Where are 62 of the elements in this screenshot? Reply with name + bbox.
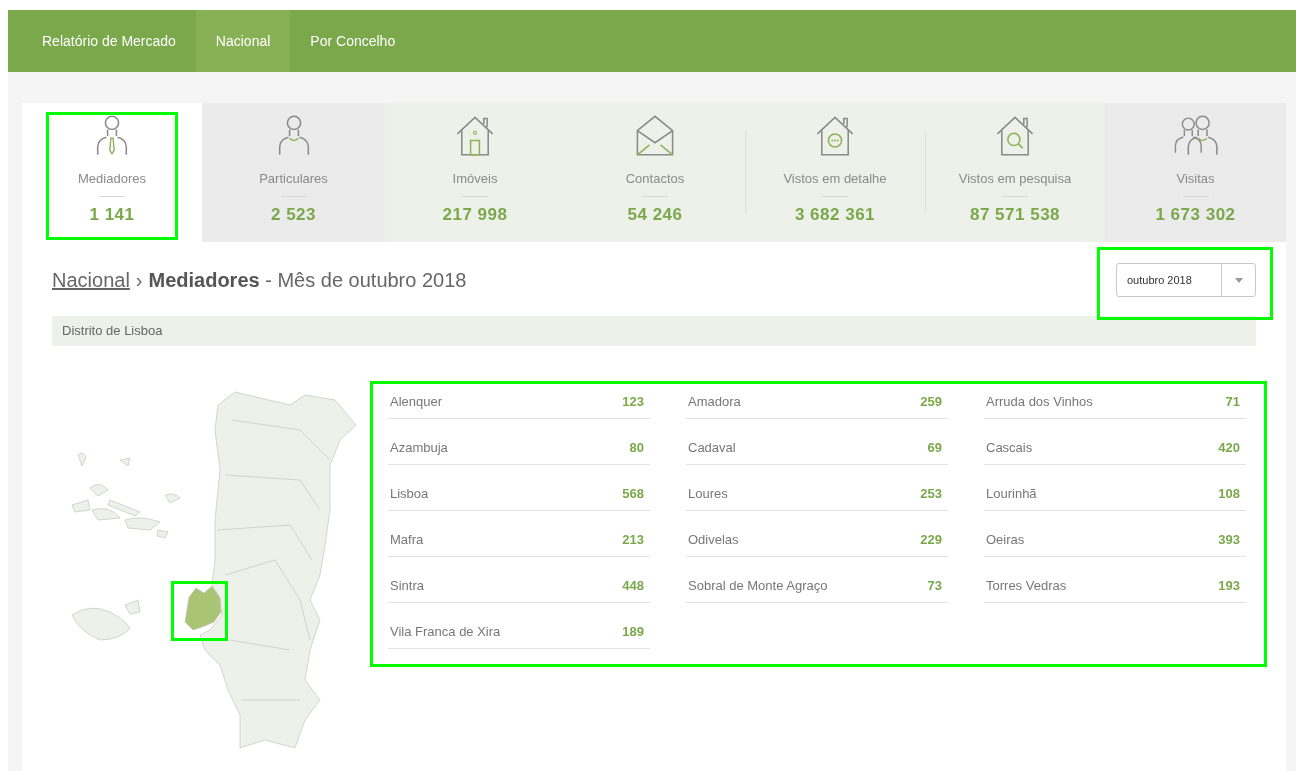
stat-tab[interactable]: Vistos em detalhe 3 682 361: [745, 103, 925, 242]
breadcrumb-link[interactable]: Nacional: [52, 268, 130, 292]
municipality-count: 213: [622, 532, 644, 548]
municipality-name: Torres Vedras: [986, 578, 1067, 594]
stat-label: Mediadores: [78, 171, 146, 186]
municipality-count: 448: [622, 578, 644, 594]
municipality-count: 420: [1218, 440, 1240, 456]
municipality-count: 229: [920, 532, 942, 548]
stat-value: 217 998: [442, 205, 508, 225]
municipality-count: 393: [1218, 532, 1240, 548]
municipality-name: Vila Franca de Xira: [390, 624, 501, 640]
stat-label: Contactos: [625, 171, 685, 186]
stat-tab[interactable]: Visitas 1 673 302: [1105, 103, 1286, 242]
municipality-name: Cadaval: [688, 440, 736, 456]
municipality-count: 259: [920, 394, 942, 410]
nav-tab[interactable]: Relatório de Mercado: [22, 10, 196, 72]
stat-tab[interactable]: Particulares 2 523: [202, 103, 385, 242]
nav-tab[interactable]: Nacional: [195, 10, 291, 72]
stat-tab[interactable]: Vistos em pesquisa 87 571 538: [925, 103, 1105, 242]
municipality-name: Sobral de Monte Agraço: [688, 578, 828, 594]
nav-tab[interactable]: Por Concelho: [290, 10, 416, 72]
stat-value: 54 246: [627, 205, 683, 225]
municipality-count: 123: [622, 394, 644, 410]
stat-tab[interactable]: Imóveis 217 998: [385, 103, 565, 242]
stat-label: Imóveis: [452, 171, 498, 186]
stat-label: Vistos em pesquisa: [958, 171, 1072, 186]
municipality-name: Mafra: [390, 532, 424, 548]
municipality-name: Odivelas: [688, 532, 739, 548]
stat-value: 2 523: [270, 205, 316, 225]
municipality-count: 193: [1218, 578, 1240, 594]
municipality-count: 189: [622, 624, 644, 640]
municipality-count: 73: [927, 578, 942, 594]
district-bar: Distrito de Lisboa: [52, 316, 1256, 346]
municipality-name: Lourinhã: [986, 486, 1037, 502]
stat-label: Vistos em detalhe: [783, 171, 887, 186]
municipality-count: 71: [1225, 394, 1240, 410]
municipality-count: 69: [927, 440, 942, 456]
municipality-name: Alenquer: [390, 394, 443, 410]
caret-icon: [1234, 277, 1243, 283]
stat-value: 3 682 361: [794, 205, 876, 225]
municipality-count: 80: [629, 440, 644, 456]
stat-value: 87 571 538: [969, 205, 1061, 225]
stat-label: Visitas: [1176, 171, 1215, 186]
breadcrumb-separator: ›: [135, 268, 143, 292]
municipality-count: 108: [1218, 486, 1240, 502]
municipality-count: 253: [920, 486, 942, 502]
municipality-name: Cascais: [986, 440, 1033, 456]
municipality-name: Arruda dos Vinhos: [986, 394, 1093, 410]
people-icon: [1173, 113, 1218, 157]
municipality-name: Sintra: [390, 578, 424, 594]
municipality-name: Azambuja: [390, 440, 448, 456]
municipality-name: Amadora: [688, 394, 741, 410]
municipality-name: Loures: [688, 486, 728, 502]
stat-value: 1 141: [89, 205, 135, 225]
stat-label: Particulares: [259, 171, 328, 186]
municipality-count: 568: [622, 486, 644, 502]
month-dropdown[interactable]: outubro 2018: [1116, 263, 1256, 297]
stat-tab[interactable]: Contactos 54 246: [565, 103, 745, 242]
stat-value: 1 673 302: [1155, 205, 1236, 225]
municipality-name: Oeiras: [986, 532, 1025, 548]
municipality-name: Lisboa: [390, 486, 429, 502]
page-title: Mediadores - Mês de outubro 2018: [148, 268, 467, 292]
